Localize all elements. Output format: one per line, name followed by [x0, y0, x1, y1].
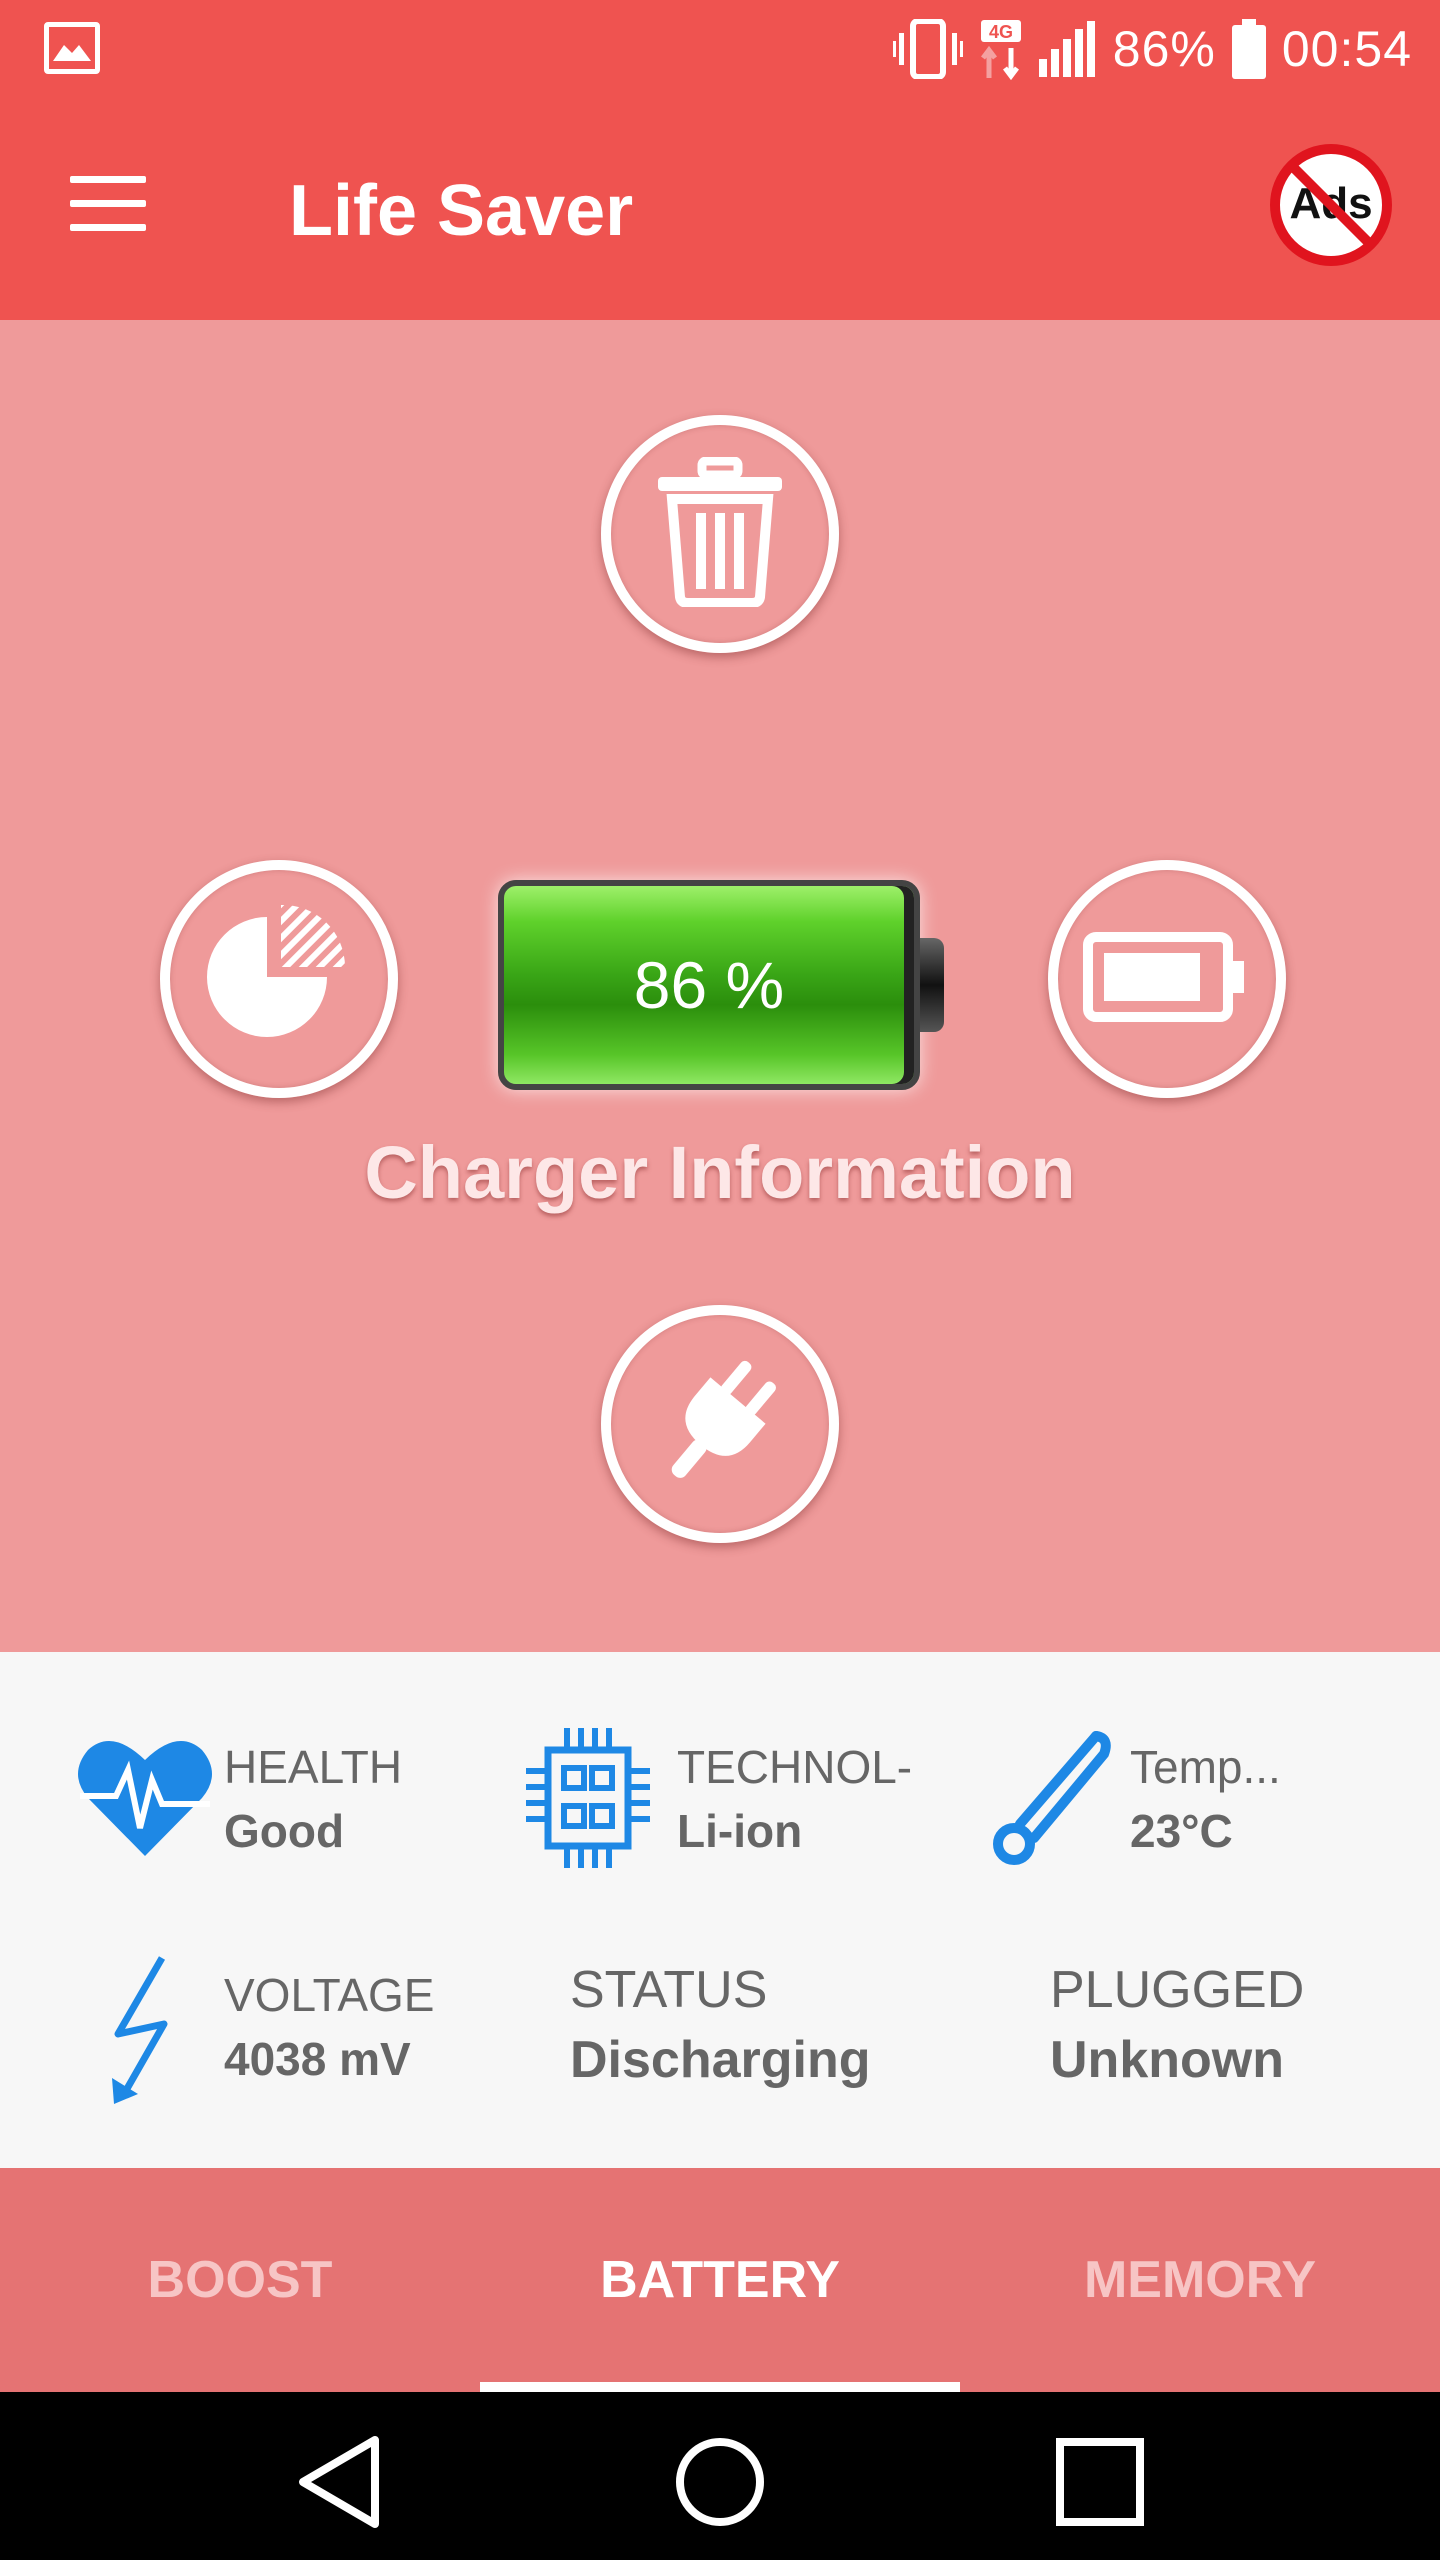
plugged-value: Unknown: [1050, 2031, 1284, 2089]
charger-button[interactable]: [601, 1305, 839, 1543]
lightning-icon: [104, 1956, 184, 2108]
menu-icon[interactable]: [70, 176, 150, 236]
gallery-icon: [44, 22, 100, 74]
vibrate-icon: [892, 19, 963, 79]
temperature-info: Temp... 23°C: [1130, 1740, 1281, 1858]
recents-icon[interactable]: [1050, 2432, 1150, 2532]
no-ads-icon[interactable]: Ads: [1268, 142, 1394, 268]
plug-icon: [650, 1352, 790, 1497]
voltage-label: VOLTAGE: [224, 1969, 435, 2021]
status-label: STATUS: [570, 1961, 768, 2019]
home-icon[interactable]: [670, 2432, 770, 2532]
tab-battery[interactable]: BATTERY: [480, 2168, 960, 2392]
data-4g-icon: 4G: [979, 18, 1023, 80]
bottom-tabs: BOOST BATTERY MEMORY: [0, 2168, 1440, 2392]
voltage-value: 4038 mV: [224, 2033, 411, 2085]
trash-icon: [650, 456, 790, 612]
status-info: STATUS Discharging: [570, 1960, 871, 2090]
temperature-value: 23°C: [1130, 1805, 1233, 1857]
tab-memory[interactable]: MEMORY: [960, 2168, 1440, 2392]
battery-percent: 86 %: [633, 948, 785, 1022]
svg-text:4G: 4G: [989, 22, 1013, 42]
status-battery-percent: 86%: [1112, 21, 1216, 77]
app-bar: Life Saver Ads: [0, 98, 1440, 320]
tab-boost[interactable]: BOOST: [0, 2168, 480, 2392]
signal-icon: [1038, 21, 1097, 77]
usage-button[interactable]: [160, 860, 398, 1098]
technology-label: TECHNOL-: [677, 1741, 913, 1793]
pie-chart-icon: [199, 897, 359, 1062]
status-time: 00:54: [1281, 21, 1412, 77]
health-value: Good: [224, 1805, 345, 1857]
plugged-label: PLUGGED: [1050, 1961, 1305, 2019]
temperature-label: Temp...: [1130, 1741, 1281, 1793]
thermometer-icon: [986, 1731, 1116, 1872]
battery-info-panel: HEALTH Good TECHNOL- Li-ion Temp... 23°C…: [0, 1652, 1440, 2168]
health-info: HEALTH Good: [224, 1740, 402, 1858]
back-icon[interactable]: [290, 2432, 390, 2532]
health-icon-wrap: [76, 1734, 214, 1865]
active-tab-indicator: [480, 2382, 960, 2392]
plugged-info: PLUGGED Unknown: [1050, 1960, 1304, 2090]
app-title: Life Saver: [289, 171, 634, 251]
voltage-info: VOLTAGE 4038 mV: [224, 1968, 434, 2086]
system-nav-bar: [0, 2392, 1440, 2560]
status-bar: 4G 86% 00:54: [0, 0, 1440, 98]
technology-value: Li-ion: [677, 1805, 803, 1857]
battery-level-graphic: 86 %: [498, 880, 944, 1090]
status-value: Discharging: [570, 2031, 871, 2089]
health-label: HEALTH: [224, 1741, 403, 1793]
chip-icon: [526, 1728, 650, 1872]
battery-info-button[interactable]: [1048, 860, 1286, 1098]
technology-info: TECHNOL- Li-ion: [677, 1740, 912, 1858]
heart-pulse-icon: [76, 1741, 214, 1864]
battery-status-icon: [1231, 19, 1266, 79]
clean-button[interactable]: [601, 415, 839, 653]
chip-icon-wrap: [526, 1728, 650, 1873]
battery-dashboard: 86 % Charger Information: [0, 320, 1440, 1652]
battery-icon: [1082, 927, 1252, 1032]
lightning-icon-wrap: [104, 1954, 184, 2109]
charger-information-title: Charger Information: [364, 1131, 1076, 1214]
thermometer-icon-wrap: [986, 1728, 1116, 1873]
